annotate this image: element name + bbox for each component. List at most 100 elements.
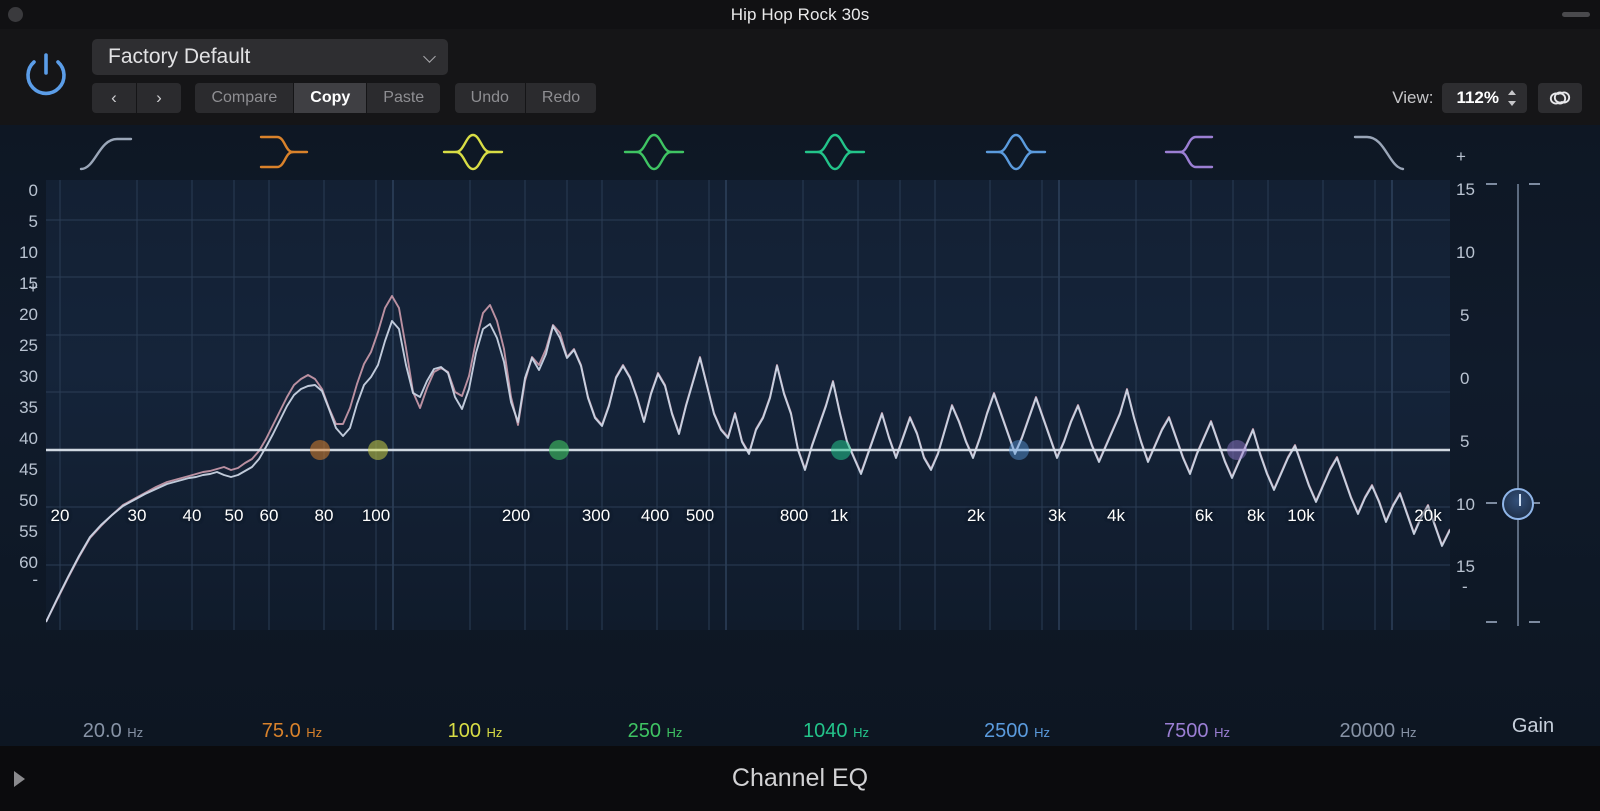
- view-zoom-value: 112%: [1456, 88, 1499, 107]
- band-frequency-high-pass[interactable]: 20.0 Hz: [18, 715, 208, 749]
- lowshelf-icon: [259, 135, 309, 169]
- eq-graph-canvas: [46, 180, 1450, 630]
- copy-button[interactable]: Copy: [294, 83, 367, 113]
- gain-tick-bottom-left: [1486, 621, 1497, 623]
- gain-tick-top-left: [1486, 183, 1497, 185]
- highpass-icon: [79, 137, 133, 171]
- bell-icon: [985, 133, 1047, 171]
- freq-label-30: 30: [127, 506, 147, 525]
- preset-nav-group: ‹ ›: [92, 83, 181, 113]
- paste-button[interactable]: Paste: [367, 83, 441, 113]
- redo-button[interactable]: Redo: [525, 83, 597, 113]
- undo-button[interactable]: Undo: [454, 83, 525, 113]
- freq-label-3k: 3k: [1048, 506, 1066, 525]
- freq-label-60: 60: [259, 506, 279, 525]
- right-scale-tick-p15: 15: [1456, 180, 1475, 199]
- freq-label-6k: 6k: [1195, 506, 1213, 525]
- eq-graph[interactable]: [46, 180, 1450, 630]
- right-scale-tick-p10: 10: [1456, 243, 1475, 262]
- power-button[interactable]: [16, 45, 76, 105]
- right-scale-tick-m15: 15: [1456, 557, 1475, 576]
- preset-name: Factory Default: [108, 45, 251, 68]
- highshelf-icon: [1164, 135, 1214, 169]
- band-frequency-low-pass[interactable]: 20000 Hz: [1283, 715, 1473, 749]
- freq-label-1k: 1k: [830, 506, 848, 525]
- link-icon: [1549, 91, 1571, 105]
- freq-label-80: 80: [314, 506, 334, 525]
- band-handle-low-shelf[interactable]: [255, 131, 325, 173]
- right-scale-tick-p5: 5: [1460, 306, 1470, 325]
- right-scale-tick-m10: 10: [1456, 495, 1475, 514]
- link-button[interactable]: [1538, 83, 1582, 113]
- window-titlebar: Hip Hop Rock 30s: [0, 0, 1600, 29]
- band-handle-peak-1[interactable]: [438, 131, 508, 173]
- view-controls: View: 112%: [1392, 83, 1582, 113]
- freq-label-200: 200: [501, 506, 531, 525]
- band-frequency-peak-3[interactable]: 1040 Hz: [741, 715, 931, 749]
- bell-icon: [442, 133, 504, 171]
- window-minimize-button[interactable]: [1562, 12, 1590, 17]
- right-scale-minus: -: [1462, 577, 1468, 596]
- right-scale-tick-m5: 5: [1460, 432, 1470, 451]
- freq-label-10k: 10k: [1287, 506, 1315, 525]
- gain-tick-bottom-right: [1529, 621, 1540, 623]
- bell-icon: [623, 133, 685, 171]
- view-zoom-stepper-icon[interactable]: [1507, 89, 1517, 107]
- previous-preset-button[interactable]: ‹: [92, 83, 136, 113]
- band-handle-high-shelf[interactable]: [1162, 131, 1232, 173]
- right-scale-tick-0: 0: [1460, 369, 1470, 388]
- window-title: Hip Hop Rock 30s: [730, 5, 870, 24]
- eq-body: + 0 5 10 15 20 25 30 35 40 45 50 55 60 -: [0, 125, 1600, 808]
- bell-icon: [804, 133, 866, 171]
- next-preset-button[interactable]: ›: [137, 83, 181, 113]
- chevron-down-icon: [425, 52, 436, 63]
- plugin-header-toolbar: Factory Default ‹ › Compare Copy Paste U…: [0, 29, 1600, 125]
- compare-button[interactable]: Compare: [195, 83, 294, 113]
- freq-label-500: 500: [685, 506, 715, 525]
- band-dot-low-shelf: [310, 440, 330, 460]
- freq-label-8k: 8k: [1247, 506, 1265, 525]
- analyzer-curve-left: [46, 320, 1450, 623]
- band-handle-high-pass[interactable]: [73, 131, 143, 173]
- preset-selector[interactable]: Factory Default: [92, 39, 448, 75]
- band-handle-strip: [0, 125, 1600, 180]
- band-handle-low-pass[interactable]: [1345, 131, 1415, 173]
- band-dot-peak-4: [1009, 440, 1029, 460]
- gain-slider-knob[interactable]: [1502, 488, 1534, 520]
- vertical-gridlines: [59, 180, 1393, 630]
- freq-label-2k: 2k: [967, 506, 985, 525]
- plugin-name-label: Channel EQ: [731, 764, 869, 792]
- gain-tick-mid-left: [1486, 502, 1497, 504]
- band-frequency-high-shelf[interactable]: 7500 Hz: [1102, 715, 1292, 749]
- frequency-axis: 20 30 40 50 60 80 100 200 300 400 500 80…: [46, 506, 1450, 534]
- toolbar-button-row: ‹ › Compare Copy Paste Undo Redo: [92, 83, 606, 113]
- freq-label-100: 100: [361, 506, 391, 525]
- band-frequency-peak-4[interactable]: 2500 Hz: [922, 715, 1112, 749]
- band-frequency-low-shelf[interactable]: 75.0 Hz: [197, 715, 387, 749]
- freq-label-400: 400: [640, 506, 670, 525]
- freq-label-800: 800: [779, 506, 809, 525]
- band-handle-peak-2[interactable]: [619, 131, 689, 173]
- undo-redo-group: Undo Redo: [454, 83, 597, 113]
- freq-label-20: 20: [50, 506, 70, 525]
- freq-label-50: 50: [224, 506, 244, 525]
- view-zoom-field[interactable]: 112%: [1442, 83, 1527, 113]
- compare-copy-paste-group: Compare Copy Paste: [195, 83, 441, 113]
- band-frequency-peak-2[interactable]: 250 Hz: [560, 715, 750, 749]
- band-handle-peak-4[interactable]: [981, 131, 1051, 173]
- band-dot-peak-1: [368, 440, 388, 460]
- right-scale-plus: +: [1456, 147, 1466, 166]
- freq-label-300: 300: [581, 506, 611, 525]
- gain-slider-track: [1517, 184, 1519, 626]
- freq-label-20k: 20k: [1414, 506, 1442, 525]
- view-label: View:: [1392, 88, 1434, 107]
- band-dot-high-shelf: [1227, 440, 1247, 460]
- master-gain-slider[interactable]: [1486, 180, 1540, 630]
- freq-label-40: 40: [182, 506, 202, 525]
- band-frequency-peak-1[interactable]: 100 Hz: [380, 715, 570, 749]
- power-icon: [26, 53, 66, 96]
- band-handle-peak-3[interactable]: [800, 131, 870, 173]
- right-gain-scale: + 15 10 5 0 5 10 15 -: [1448, 125, 1498, 725]
- freq-label-4k: 4k: [1107, 506, 1125, 525]
- lowpass-icon: [1353, 135, 1405, 171]
